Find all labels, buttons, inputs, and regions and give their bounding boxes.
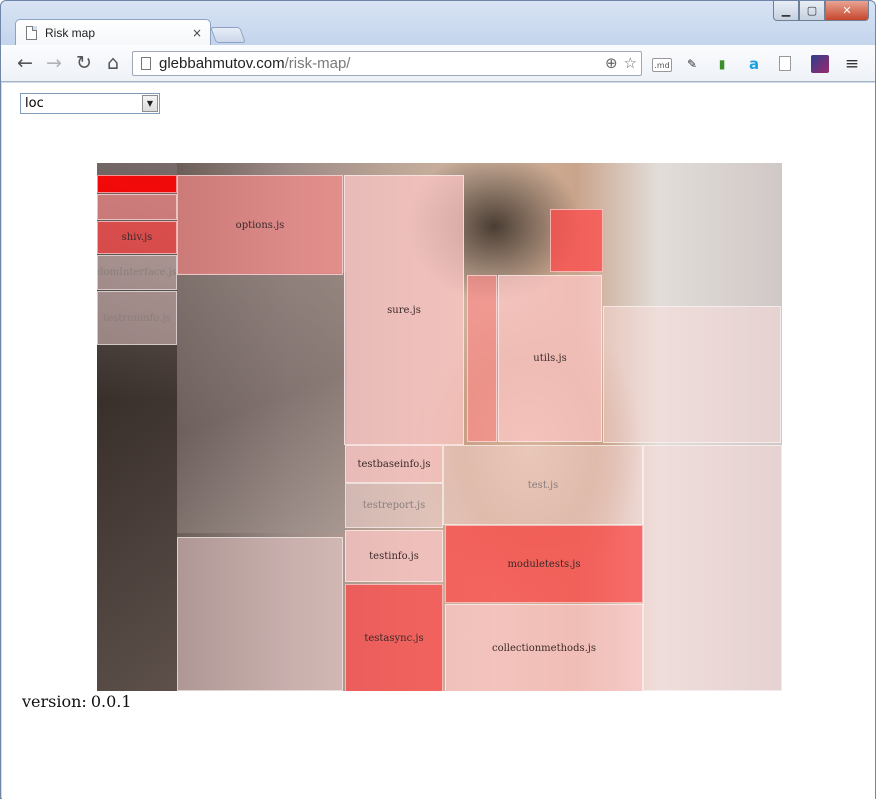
treemap-node-testbaseinfo-js[interactable]: testbaseinfo.js (345, 445, 443, 483)
treemap-node-moduletests-js[interactable]: moduletests.js (445, 525, 643, 603)
back-icon[interactable]: ← (14, 53, 36, 73)
chevron-down-icon[interactable]: ▼ (142, 95, 158, 112)
amazon-extension-icon[interactable]: a (745, 55, 763, 73)
treemap-node[interactable] (603, 306, 781, 443)
home-icon[interactable]: ⌂ (102, 53, 124, 73)
image-extension-icon[interactable] (811, 55, 829, 73)
title-bar: ▁ ▢ ✕ Risk map × (1, 1, 875, 46)
page-icon (141, 57, 151, 70)
treemap-node-collectionmethods-js[interactable]: collectionmethods.js (445, 604, 643, 691)
treemap-node-sure-js[interactable]: sure.js (344, 175, 464, 445)
browser-toolbar: ← → ↻ ⌂ glebbahmutov.com/risk-map/ ⊕ ☆ .… (1, 45, 875, 82)
url-path: /risk-map/ (284, 55, 351, 72)
treemap-node[interactable] (177, 537, 343, 691)
page-content: loc ▼ shiv.js domInterface.js testruninfo.… (2, 83, 875, 799)
url-host: glebbahmutov.com (159, 55, 285, 72)
treemap-node-testasync-js[interactable]: testasync.js (345, 584, 443, 691)
menu-icon[interactable]: ≡ (843, 55, 861, 73)
url-text[interactable]: glebbahmutov.com/risk-map/ (159, 55, 350, 72)
risk-map-treemap: shiv.js domInterface.js testruninfo.js opti… (97, 163, 782, 691)
zoom-icon[interactable]: ⊕ (605, 54, 618, 72)
forward-icon[interactable]: → (43, 53, 65, 73)
treemap-node[interactable] (467, 275, 497, 442)
version-text: version: 0.0.1 (18, 692, 132, 711)
maximize-button[interactable]: ▢ (799, 1, 825, 21)
treemap-node-dominterface-js[interactable]: domInterface.js (97, 255, 177, 290)
bookmark-star-icon[interactable]: ☆ (624, 54, 637, 72)
metric-select-value: loc (25, 96, 44, 111)
minimize-button[interactable]: ▁ (773, 1, 799, 21)
treemap-node-utils-js[interactable]: utils.js (498, 275, 602, 442)
treemap-node-testruninfo-js[interactable]: testruninfo.js (97, 291, 177, 345)
tab-close-icon[interactable]: × (192, 26, 202, 40)
address-bar[interactable]: glebbahmutov.com/risk-map/ ⊕ ☆ (132, 51, 642, 76)
reload-icon[interactable]: ↻ (73, 53, 95, 73)
treemap-node[interactable] (97, 175, 177, 193)
treemap-node-options-js[interactable]: options.js (177, 175, 343, 275)
markdown-extension-icon[interactable]: .md (652, 58, 672, 72)
window-controls: ▁ ▢ ✕ (773, 1, 869, 21)
treemap-node-testinfo-js[interactable]: testinfo.js (345, 530, 443, 582)
treemap-node-testreport-js[interactable]: testreport.js (345, 483, 443, 528)
document-extension-icon[interactable] (779, 56, 791, 71)
tab-risk-map[interactable]: Risk map × (15, 19, 211, 46)
evernote-extension-icon[interactable]: ▮ (713, 55, 731, 73)
treemap-node[interactable] (643, 445, 782, 691)
browser-window: ▁ ▢ ✕ Risk map × ← → ↻ ⌂ glebbahmutov.co… (0, 0, 876, 799)
treemap-node-shiv-js[interactable]: shiv.js (97, 221, 177, 254)
version-value: 0.0.1 (90, 692, 132, 711)
treemap-node[interactable] (550, 209, 603, 272)
metric-select[interactable]: loc ▼ (20, 93, 160, 114)
version-label: version: (22, 692, 87, 711)
treemap-node-test-js[interactable]: test.js (443, 445, 643, 525)
new-tab-button[interactable] (210, 27, 246, 43)
window-close-button[interactable]: ✕ (825, 1, 869, 21)
page-icon (26, 26, 37, 40)
tab-title: Risk map (45, 26, 96, 40)
extension-icon[interactable]: ✎ (683, 55, 701, 73)
treemap-node[interactable] (97, 194, 177, 220)
